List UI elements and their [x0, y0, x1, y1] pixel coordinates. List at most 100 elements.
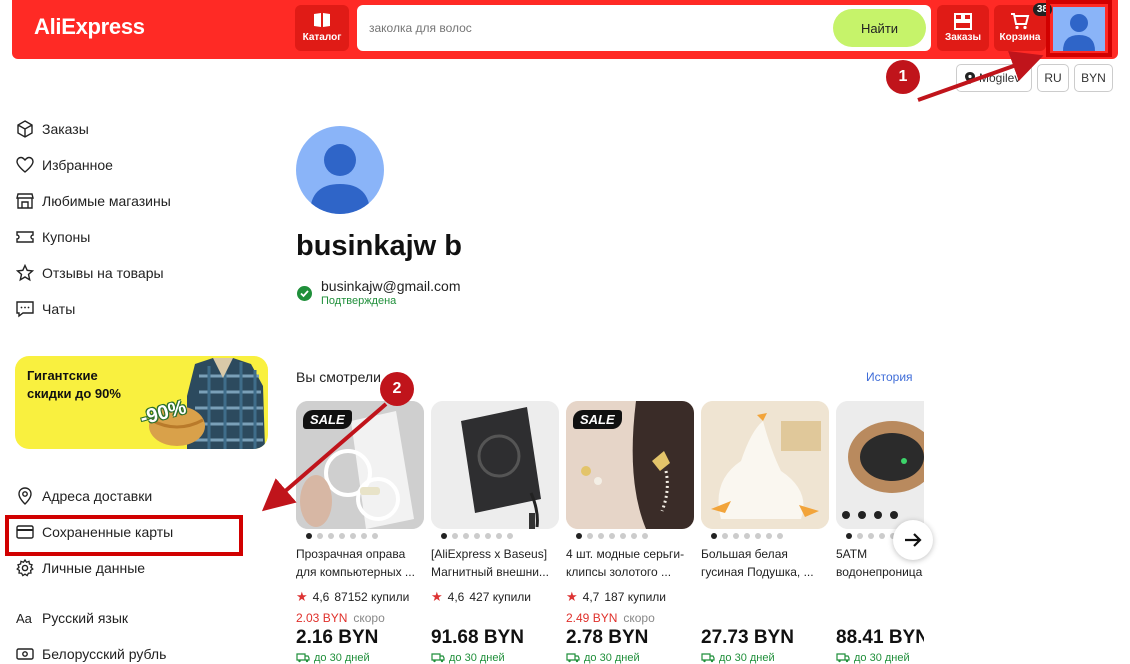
rating-star-icon: ★ [431, 589, 443, 604]
delivery-info: до 30 дней [836, 652, 910, 664]
product-price: 88.41 BYN [836, 627, 924, 648]
user-avatar-icon [310, 144, 370, 214]
product-image[interactable] [701, 401, 829, 529]
orders-button[interactable]: Заказы [937, 5, 989, 51]
email-verified-status: Подтверждена [321, 295, 397, 307]
product-card[interactable]: SALE Прозрачная оправа для компьютерных … [296, 401, 424, 664]
delivery-text: до 30 дней [314, 652, 370, 664]
sidebar-item-label: Заказы [42, 121, 89, 137]
image-pager-dots [576, 533, 648, 539]
sold-count: 187 купили [604, 590, 666, 604]
profile-avatar[interactable] [296, 126, 384, 214]
sale-badge: SALE [573, 410, 622, 429]
product-image[interactable]: SALE [566, 401, 694, 529]
upcoming-price-note: скоро [353, 611, 385, 625]
recently-viewed-title: Вы смотрели [296, 369, 381, 385]
aliexpress-logo[interactable]: AliExpress [34, 14, 145, 40]
product-image[interactable]: SALE [296, 401, 424, 529]
star-icon [16, 264, 34, 282]
product-rating: ★ 4,6 87152 купили [296, 589, 409, 605]
product-name[interactable]: Прозрачная оправа для компьютерных ... [296, 545, 424, 581]
product-name[interactable]: Большая белая гусиная Подушка, ... [701, 545, 829, 581]
promo-jacket-image [149, 358, 265, 449]
sidebar-item-label: Чаты [42, 301, 76, 317]
sidebar-item-label: Адреса доставки [42, 488, 153, 504]
delivery-text: до 30 дней [854, 652, 910, 664]
carousel-next-button[interactable] [893, 520, 933, 560]
rating-star-icon: ★ [296, 589, 308, 604]
promo-text: Гигантские скидки до 90% [27, 367, 121, 403]
top-header: AliExpress Каталог Найти Заказы Корзина … [12, 0, 1118, 59]
product-card[interactable]: [AliExpress x Baseus] Магнитный внешни..… [431, 401, 559, 664]
sidebar-item-favorites[interactable]: Избранное [16, 155, 113, 175]
orders-icon [954, 13, 972, 30]
product-price: 91.68 BYN [431, 627, 524, 648]
truck-icon [701, 653, 715, 663]
rating-value: 4,6 [447, 590, 465, 604]
image-pager-dots [306, 533, 378, 539]
sidebar-item-label: Русский язык [42, 610, 129, 626]
product-rating: ★ 4,6 427 купили [431, 589, 531, 605]
sold-count: 427 купили [469, 590, 531, 604]
language-icon: Aa [16, 611, 33, 626]
highlight-box-account [1046, 0, 1112, 57]
goose-pillow-image [701, 401, 829, 529]
sidebar-item-orders[interactable]: Заказы [16, 119, 89, 139]
sidebar-item-reviews[interactable]: Отзывы на товары [16, 263, 164, 283]
annotation-marker-2: 2 [380, 372, 414, 406]
sidebar-item-addresses[interactable]: Адреса доставки [16, 486, 152, 506]
currency-selector[interactable]: BYN [1074, 64, 1113, 92]
delivery-info: до 30 дней [431, 652, 505, 664]
gear-icon [16, 559, 34, 577]
history-link[interactable]: История [866, 370, 913, 384]
product-name[interactable]: [AliExpress x Baseus] Магнитный внешни..… [431, 545, 559, 581]
sidebar-item-label: Купоны [42, 229, 91, 245]
truck-icon [836, 653, 850, 663]
verified-check-icon [297, 286, 312, 301]
truck-icon [296, 653, 310, 663]
power-bank-image [431, 401, 559, 529]
orders-label: Заказы [944, 32, 982, 43]
product-image[interactable] [431, 401, 559, 529]
location-text: Mogilev [979, 71, 1021, 85]
sidebar-item-language[interactable]: Aa Русский язык [16, 608, 128, 628]
catalog-button[interactable]: Каталог [295, 5, 349, 51]
product-name[interactable]: 4 шт. модные серьги- клипсы золотого ... [566, 545, 694, 581]
arrow-right-icon [905, 533, 922, 547]
location-selector[interactable]: Mogilev [956, 64, 1032, 92]
location-pin-icon [18, 487, 32, 505]
product-card[interactable]: SALE 4 шт. модные серьги- клипсы золотог… [566, 401, 694, 664]
page: AliExpress Каталог Найти Заказы Корзина … [0, 0, 1130, 664]
upcoming-price: 2.03 BYN скоро [296, 611, 385, 625]
box-icon [17, 120, 33, 138]
product-card[interactable]: Большая белая гусиная Подушка, ... 27.73… [701, 401, 829, 664]
product-image[interactable] [836, 401, 924, 529]
delivery-info: до 30 дней [566, 652, 640, 664]
delivery-info: до 30 дней [296, 652, 370, 664]
sidebar-item-personal-data[interactable]: Личные данные [16, 558, 145, 578]
annotation-arrows [261, 50, 1044, 512]
upcoming-price: 2.49 BYN скоро [566, 611, 655, 625]
sidebar-item-currency[interactable]: Белорусский рубль [16, 644, 166, 664]
truck-icon [566, 653, 580, 663]
sold-count: 87152 купили [334, 590, 410, 604]
rating-star-icon: ★ [566, 589, 578, 604]
rating-value: 4,6 [312, 590, 330, 604]
search-input[interactable] [369, 5, 829, 51]
sidebar-item-stores[interactable]: Любимые магазины [16, 191, 171, 211]
promo-banner[interactable]: Гигантские скидки до 90% -90% [15, 356, 268, 449]
sidebar-item-label: Белорусский рубль [42, 646, 167, 662]
store-icon [16, 193, 34, 209]
cart-button[interactable]: Корзина 38 [994, 3, 1052, 51]
sidebar-item-coupons[interactable]: Купоны [16, 227, 90, 247]
cart-icon [1011, 13, 1030, 30]
upcoming-price-note: скоро [623, 611, 655, 625]
product-price: 2.78 BYN [566, 627, 649, 648]
profile-name: businkajw b [296, 230, 462, 262]
language-selector[interactable]: RU [1037, 64, 1069, 92]
sidebar-item-chats[interactable]: Чаты [16, 299, 75, 319]
search-button[interactable]: Найти [833, 9, 926, 47]
sidebar-item-label: Любимые магазины [42, 193, 171, 209]
coupon-icon [16, 231, 34, 243]
upcoming-price-value: 2.03 BYN [296, 611, 348, 625]
